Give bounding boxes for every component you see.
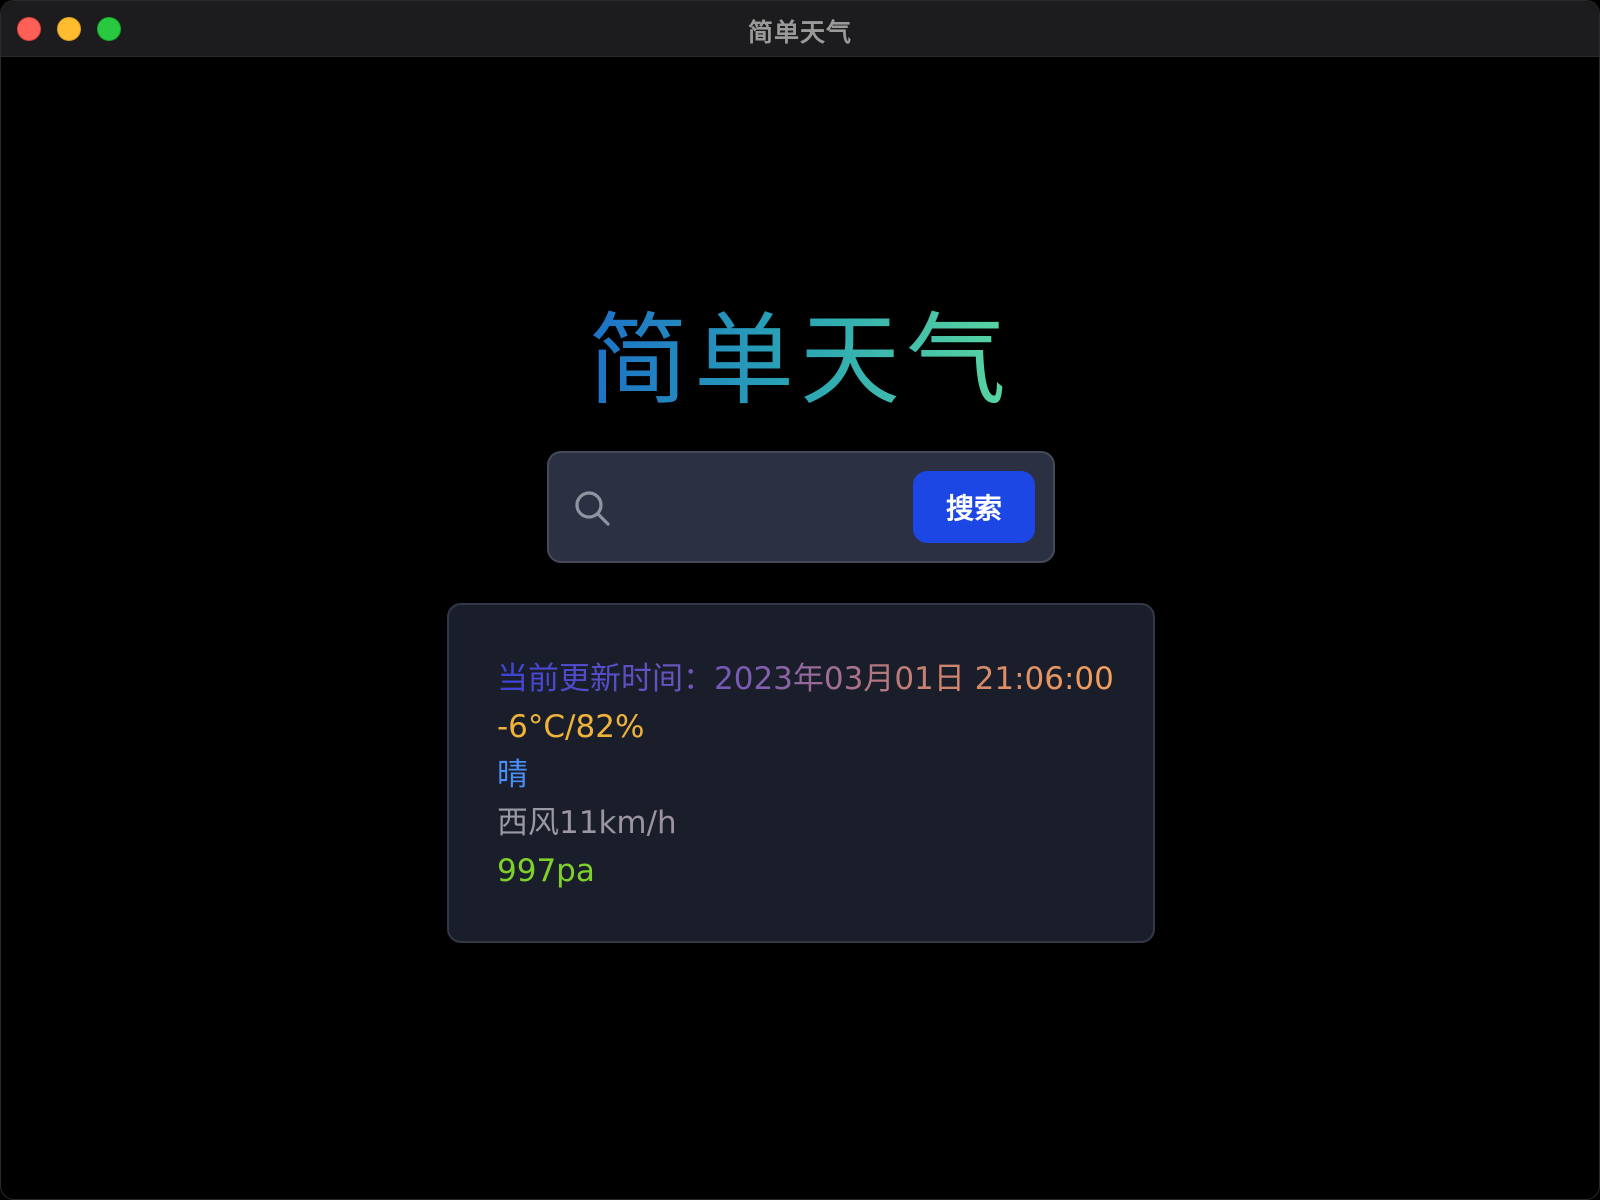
search-input[interactable] [625,479,929,541]
title-bar[interactable]: 简单天气 [1,1,1599,57]
temperature-humidity: -6°C/82% [497,709,645,745]
weather-card: 当前更新时间：2023年03月01日 21:06:00 -6°C/82% 晴 西… [447,603,1155,943]
weather-condition: 晴 [497,757,528,793]
pressure-info: 997pa [497,853,595,889]
app-window: 简单天气 简单天气 搜索 当前更新时间：2023年03月01日 21:06:00… [0,0,1600,1200]
app-title: 简单天气 [1,301,1599,421]
wind-info: 西风11km/h [497,799,1114,847]
weather-details: 当前更新时间：2023年03月01日 21:06:00 -6°C/82% 晴 西… [497,655,1114,895]
search-button[interactable]: 搜索 [913,471,1035,543]
search-icon [573,489,613,529]
app-title-text: 简单天气 [588,302,1012,419]
search-box: 搜索 [547,451,1055,563]
window-title: 简单天气 [747,18,852,47]
update-time: 当前更新时间：2023年03月01日 21:06:00 [497,655,1114,703]
